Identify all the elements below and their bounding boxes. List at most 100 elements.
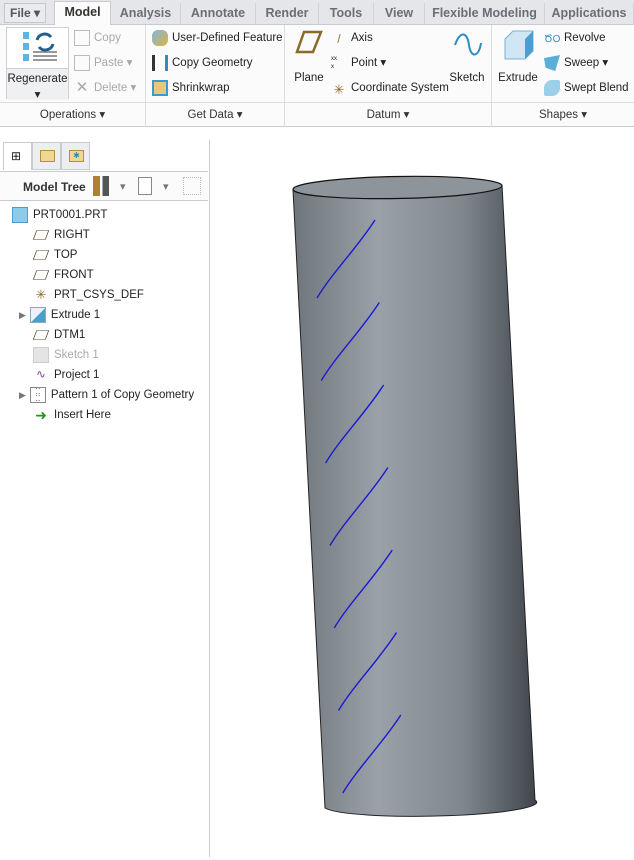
operations-group: Regenerate ▾ Copy Paste ▾ ✕ Delete ▾ Opera… <box>0 25 146 127</box>
folder-browser-tab[interactable] <box>32 142 61 170</box>
ribbon: Regenerate ▾ Copy Paste ▾ ✕ Delete ▾ Opera… <box>0 25 634 127</box>
extrude-button[interactable]: Extrude <box>497 29 539 87</box>
tree-item-right[interactable]: RIGHT <box>32 225 90 245</box>
plane-label: Plane <box>294 72 324 84</box>
regenerate-icon <box>23 32 57 61</box>
coordinate-system-icon: ✳ <box>333 81 345 97</box>
coordinate-system-button[interactable]: ✳ Coordinate System <box>331 78 449 98</box>
copy-geometry-label: Copy Geometry <box>172 57 253 69</box>
tab-flexible-modeling[interactable]: Flexible Modeling <box>425 3 545 25</box>
revolve-icon: ԾO <box>544 33 561 45</box>
tab-applications[interactable]: Applications <box>545 3 634 25</box>
model-tree-tab[interactable]: ⊞ <box>3 142 32 170</box>
file-menu[interactable]: File ▾ <box>4 3 46 23</box>
model-tree-title: Model Tree <box>23 180 86 194</box>
graphics-window[interactable] <box>211 127 634 857</box>
cylinder-model <box>292 175 538 817</box>
datum-plane-icon <box>32 250 50 260</box>
udf-button[interactable]: User-Defined Feature <box>152 28 283 48</box>
plane-button[interactable]: Plane <box>289 29 329 87</box>
extrude-icon <box>504 30 534 60</box>
tree-item-csys[interactable]: ✳ PRT_CSYS_DEF <box>33 285 144 305</box>
get-data-label: Get Data <box>187 109 234 121</box>
tree-item-label: Insert Here <box>54 409 111 421</box>
regenerate-label: Regenerate <box>7 73 68 85</box>
sketch-icon <box>33 346 49 363</box>
sketch-button[interactable]: Sketch <box>445 29 489 87</box>
copy-geometry-button[interactable]: Copy Geometry <box>152 53 253 73</box>
tab-tools[interactable]: Tools <box>319 3 374 25</box>
favorites-tab[interactable]: ✱ <box>61 142 90 170</box>
get-data-group-label[interactable]: Get Data ▾ <box>146 102 284 127</box>
tree-item-dtm1[interactable]: DTM1 <box>32 325 86 345</box>
operations-label: Operations <box>39 109 97 121</box>
tree-item-label: RIGHT <box>54 229 90 241</box>
tab-view[interactable]: View <box>374 3 425 25</box>
delete-icon: ✕ <box>75 78 89 96</box>
tree-item-label: FRONT <box>54 269 94 281</box>
swept-blend-button[interactable]: Swept Blend <box>544 78 629 98</box>
model-tree-tab-icon: ⊞ <box>11 149 22 163</box>
file-label: File <box>9 6 31 20</box>
udf-label: User-Defined Feature <box>172 32 283 44</box>
shrinkwrap-button[interactable]: Shrinkwrap <box>152 78 230 98</box>
sketch-icon <box>454 33 482 56</box>
tree-item-sketch[interactable]: Sketch 1 <box>33 345 99 365</box>
copy-button[interactable]: Copy <box>74 28 121 48</box>
shapes-group: Extrude ԾO Revolve Sweep ▾ Swept Blend Sh… <box>492 25 634 127</box>
delete-label: Delete <box>94 82 128 94</box>
datum-group: Plane / Axis ˣˣ ˣ Point ▾ ✳ Coordinate Syste… <box>285 25 492 127</box>
tree-item-label: DTM1 <box>54 329 86 341</box>
tree-item-label: PRT_CSYS_DEF <box>54 289 144 301</box>
datum-plane-icon <box>32 230 50 240</box>
shapes-group-label[interactable]: Shapes ▾ <box>492 102 634 127</box>
delete-button[interactable]: ✕ Delete ▾ <box>74 78 137 98</box>
swept-blend-label: Swept Blend <box>564 82 629 94</box>
axis-button[interactable]: / Axis <box>331 28 373 48</box>
regenerate-button[interactable]: Regenerate ▾ <box>6 27 69 101</box>
datum-plane-icon <box>32 330 50 340</box>
project-icon: ∿ <box>36 368 46 381</box>
tree-item-insert-here[interactable]: ➜ Insert Here <box>33 405 111 425</box>
tab-analysis[interactable]: Analysis <box>111 3 181 25</box>
sweep-icon <box>544 54 560 71</box>
shrinkwrap-label: Shrinkwrap <box>172 82 230 94</box>
revolve-button[interactable]: ԾO Revolve <box>544 28 606 48</box>
datum-group-label[interactable]: Datum ▾ <box>285 102 491 127</box>
favorites-icon: ✱ <box>69 150 84 162</box>
settings-dropdown-icon[interactable]: ▾ <box>120 180 126 193</box>
revolve-label: Revolve <box>564 32 606 44</box>
expand-arrow-icon[interactable]: ▶ <box>19 390 26 400</box>
part-icon <box>12 206 28 223</box>
tree-item-front[interactable]: FRONT <box>32 265 94 285</box>
tree-item-project[interactable]: ∿ Project 1 <box>33 365 99 385</box>
tree-item-part[interactable]: PRT0001.PRT <box>12 205 107 225</box>
show-dropdown-icon[interactable]: ▾ <box>163 180 169 193</box>
extrude-label: Extrude <box>498 72 538 84</box>
tab-render[interactable]: Render <box>256 3 319 25</box>
udf-icon <box>152 29 168 46</box>
copy-icon <box>74 29 90 46</box>
paste-button[interactable]: Paste ▾ <box>74 53 132 73</box>
tree-item-top[interactable]: TOP <box>32 245 77 265</box>
tree-item-extrude[interactable]: ▶ Extrude 1 <box>19 305 100 325</box>
tab-model[interactable]: Model <box>54 1 111 26</box>
settings-tools-icon[interactable] <box>93 176 109 196</box>
show-list-icon[interactable] <box>138 177 152 195</box>
folders-icon <box>40 150 55 162</box>
copy-geometry-icon <box>152 54 168 71</box>
sweep-button[interactable]: Sweep ▾ <box>544 53 608 73</box>
plane-icon <box>295 30 323 54</box>
hidden-items-icon <box>183 177 201 195</box>
copy-label: Copy <box>94 32 121 44</box>
operations-group-label[interactable]: Operations ▾ <box>0 102 145 127</box>
tree-item-pattern[interactable]: ▶ ⁚⁚ ⁚⁚ Pattern 1 of Copy Geometry <box>19 385 194 405</box>
swept-blend-icon <box>544 79 560 96</box>
axis-label: Axis <box>351 32 373 44</box>
model-tree-header: Model Tree ▾ ▾ <box>0 171 208 201</box>
expand-arrow-icon[interactable]: ▶ <box>19 310 26 320</box>
paste-label: Paste <box>94 57 124 69</box>
tab-annotate[interactable]: Annotate <box>181 3 256 25</box>
insert-arrow-icon: ➜ <box>35 406 47 423</box>
point-button[interactable]: ˣˣ ˣ Point ▾ <box>331 53 386 73</box>
